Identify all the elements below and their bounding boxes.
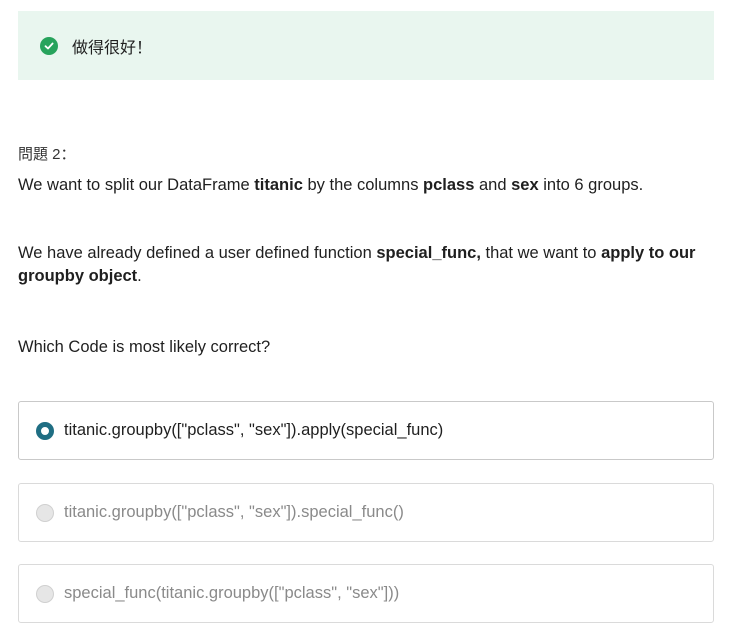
answer-option-label: special_func(titanic.groupby(["pclass", … [64,584,400,602]
answer-option-2[interactable]: titanic.groupby(["pclass", "sex"]).speci… [18,483,714,542]
question-paragraph-1: We want to split our DataFrame titanic b… [18,176,644,194]
answer-option-label: titanic.groupby(["pclass", "sex"]).speci… [64,503,404,521]
question-prompt: Which Code is most likely correct? [18,338,271,356]
question-paragraph-2: We have already defined a user defined f… [18,244,696,285]
radio-selected-icon[interactable] [36,421,54,440]
check-circle-icon [40,36,58,55]
radio-unselected-icon[interactable] [36,503,54,522]
feedback-banner: 做得很好！ [18,11,714,80]
feedback-message: 做得很好！ [72,39,153,57]
answer-option-3[interactable]: special_func(titanic.groupby(["pclass", … [18,564,714,623]
radio-unselected-icon[interactable] [36,584,54,603]
answer-option-label: titanic.groupby(["pclass", "sex"]).apply… [64,421,444,439]
answer-option-1[interactable]: titanic.groupby(["pclass", "sex"]).apply… [18,401,714,460]
question-number: 問題 2： [18,146,76,163]
